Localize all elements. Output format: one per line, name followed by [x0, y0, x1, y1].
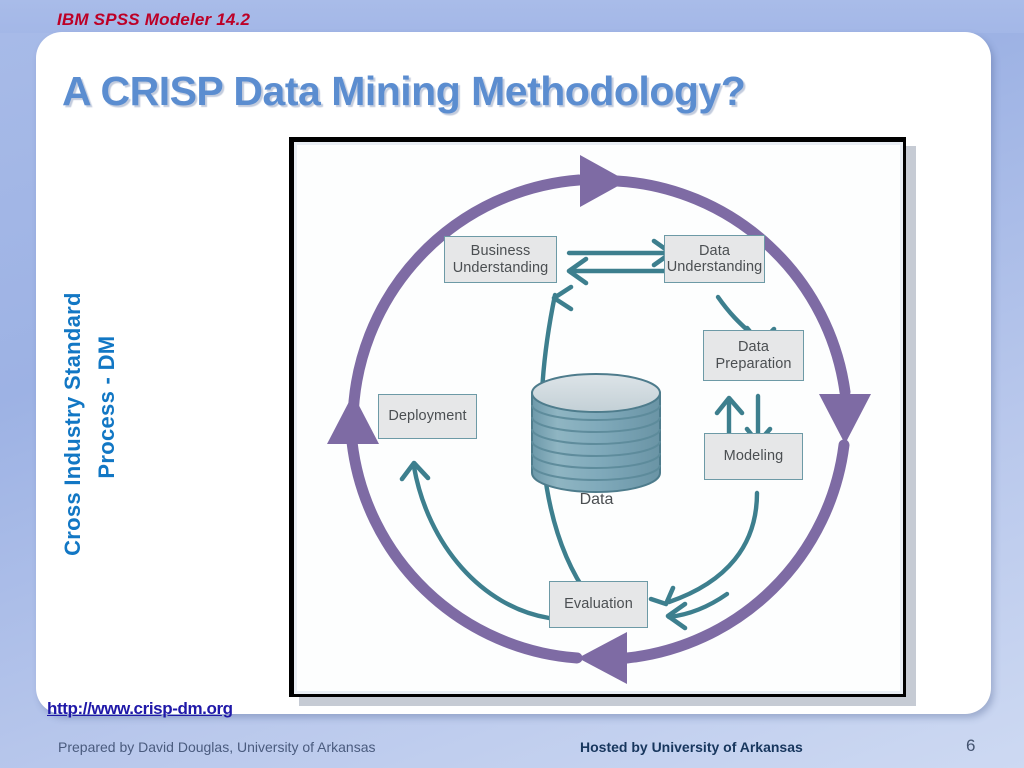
phase-label-line-2: Preparation: [715, 355, 792, 372]
product-title: IBM SPSS Modeler 14.2: [57, 10, 251, 29]
phase-label-line-1: Data: [737, 339, 769, 356]
arrow-modeling-to-evaluation: [666, 490, 760, 605]
top-banner: IBM SPSS Modeler 14.2: [0, 0, 1024, 33]
side-caption-line-2: Process - DM: [94, 335, 119, 479]
phase-label-line-1: Evaluation: [564, 596, 633, 613]
phase-box-evaluation[interactable]: Evaluation: [549, 581, 648, 628]
footer-hosted-by: Hosted by University of Arkansas: [580, 739, 803, 755]
page-title: A CRISP Data Mining Methodology?: [62, 68, 746, 114]
phase-label-line-1: Modeling: [723, 448, 784, 465]
phase-box-modeling[interactable]: Modeling: [704, 433, 803, 480]
crisp-dm-link[interactable]: http://www.crisp-dm.org: [47, 699, 233, 719]
database-cylinder-icon: [531, 373, 661, 493]
phase-box-business-understanding[interactable]: Business Understanding: [444, 236, 557, 283]
phase-box-deployment[interactable]: Deployment: [378, 394, 477, 439]
page-number: 6: [966, 736, 976, 755]
phase-label-line-1: Data: [698, 242, 731, 259]
phase-box-data-understanding[interactable]: Data Understanding: [664, 235, 765, 283]
footer-prepared-by: Prepared by David Douglas, University of…: [58, 739, 376, 755]
side-caption-line-1: Cross Industry Standard: [59, 292, 85, 556]
phase-label-line-2: Understanding: [452, 259, 549, 276]
side-caption: Cross Industry Standard Process - DM: [56, 214, 124, 634]
phase-label-line-2: Understanding: [666, 259, 763, 275]
data-store-label: Data: [579, 491, 614, 508]
phase-label-line-1: Business: [470, 243, 531, 260]
phase-label-line-1: Deployment: [388, 408, 467, 425]
phase-box-data-preparation[interactable]: Data Preparation: [703, 330, 804, 381]
